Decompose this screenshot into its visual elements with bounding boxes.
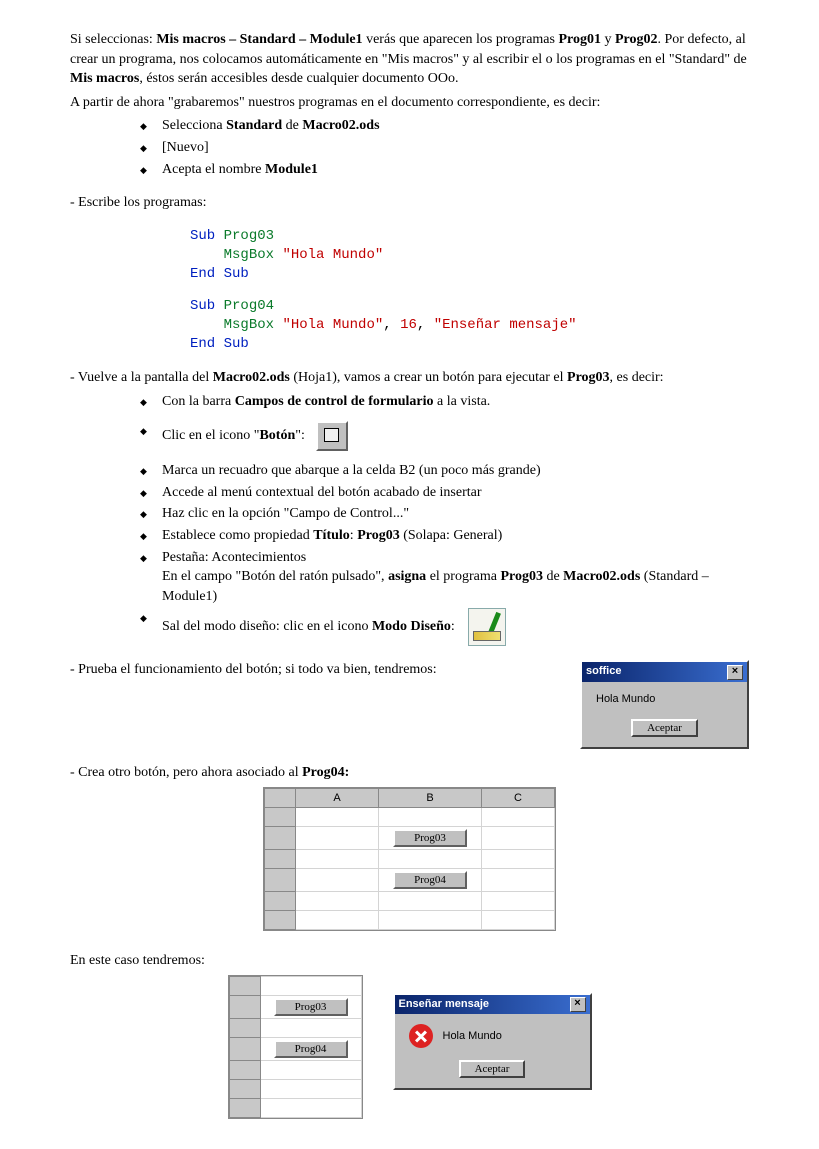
msgbox-body: Hola Mundo <box>443 1029 502 1044</box>
msgbox-soffice: soffice × Hola Mundo Aceptar <box>580 660 749 749</box>
list-item: Selecciona Standard de Macro02.ods <box>140 116 749 136</box>
list-item: Con la barra Campos de control de formul… <box>140 392 749 412</box>
list-item: Marca un recuadro que abarque a la celda… <box>140 461 749 481</box>
msgbox-body: Hola Mundo <box>582 682 747 713</box>
aceptar-button[interactable]: Aceptar <box>459 1060 526 1078</box>
steps-list-2: Con la barra Campos de control de formul… <box>140 392 749 647</box>
list-item: Sal del modo diseño: clic en el icono Mo… <box>140 608 749 646</box>
caso-text: En este caso tendremos: <box>70 951 749 971</box>
code-block-prog04: Sub Prog04 MsgBox "Hola Mundo", 16, "Ens… <box>190 297 749 354</box>
vuelve-paragraph: - Vuelve a la pantalla del Macro02.ods (… <box>70 368 749 388</box>
crea-text: - Crea otro botón, pero ahora asociado a… <box>70 763 749 783</box>
intro-line-2: A partir de ahora "grabaremos" nuestros … <box>70 93 749 113</box>
msgbox-title: Enseñar mensaje <box>399 997 490 1012</box>
code-block-prog03: Sub Prog03 MsgBox "Hola Mundo" End Sub <box>190 227 749 284</box>
list-item: Clic en el icono "Botón": <box>140 421 749 451</box>
design-mode-icon <box>468 608 506 646</box>
escribe-heading: - Escribe los programas: <box>70 193 749 213</box>
msgbox-ensenar: Enseñar mensaje × Hola Mundo Aceptar <box>393 993 592 1090</box>
msgbox-title: soffice <box>586 664 621 679</box>
prog04-button[interactable]: Prog04 <box>393 871 467 889</box>
aceptar-button[interactable]: Aceptar <box>631 719 698 737</box>
close-icon[interactable]: × <box>727 665 743 680</box>
error-icon <box>409 1024 433 1048</box>
prog03-button[interactable]: Prog03 <box>274 998 348 1016</box>
prueba-text: - Prueba el funcionamiento del botón; si… <box>70 660 560 680</box>
close-icon[interactable]: × <box>570 997 586 1012</box>
steps-list-1: Selecciona Standard de Macro02.ods [Nuev… <box>140 116 749 179</box>
list-item: Accede al menú contextual del botón acab… <box>140 483 749 503</box>
prog04-button[interactable]: Prog04 <box>274 1040 348 1058</box>
spreadsheet-preview-1: ABC Prog03 Prog04 <box>263 787 556 931</box>
list-item: Haz clic en la opción "Campo de Control.… <box>140 504 749 524</box>
list-item: Pestaña: Acontecimientos En el campo "Bo… <box>140 548 749 607</box>
list-item: [Nuevo] <box>140 138 749 158</box>
spreadsheet-preview-2: Prog03 Prog04 <box>228 975 363 1119</box>
prog03-button[interactable]: Prog03 <box>393 829 467 847</box>
list-item: Acepta el nombre Module1 <box>140 160 749 180</box>
intro-paragraph: Si seleccionas: Mis macros – Standard – … <box>70 30 749 89</box>
button-icon <box>316 421 348 451</box>
list-item: Establece como propiedad Título: Prog03 … <box>140 526 749 546</box>
